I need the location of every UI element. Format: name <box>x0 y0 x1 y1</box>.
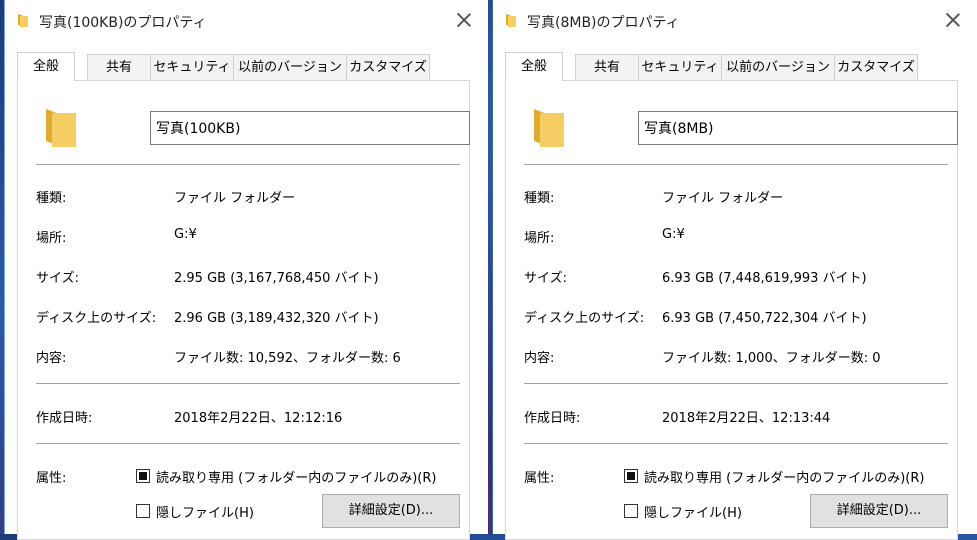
readonly-checkbox[interactable] <box>624 469 638 483</box>
folder-icon <box>506 14 516 27</box>
hidden-checkbox[interactable] <box>136 504 150 518</box>
divider <box>36 164 460 165</box>
general-panel: 写真(100KB) 種類: ファイル フォルダー 場所: G:¥ サイズ: 2.… <box>17 80 470 540</box>
type-label: 種類: <box>524 191 555 206</box>
contents-value: ファイル数: 10,592、フォルダー数: 6 <box>174 351 401 366</box>
tab-sharing[interactable]: 共有 <box>575 54 639 80</box>
size-label: サイズ: <box>524 271 567 286</box>
tab-customize[interactable]: カスタマイズ <box>346 54 430 80</box>
readonly-label[interactable]: 読み取り専用 (フォルダー内のファイルのみ)(R) <box>156 467 436 486</box>
type-value: ファイル フォルダー <box>174 191 296 206</box>
folder-icon <box>534 109 564 147</box>
size-label: サイズ: <box>36 271 79 286</box>
readonly-checkbox[interactable] <box>136 469 150 483</box>
window-title: 写真(8MB)のプロパティ <box>527 15 680 31</box>
tab-general[interactable]: 全般 <box>505 52 563 81</box>
created-label: 作成日時: <box>524 411 581 426</box>
divider <box>524 164 948 165</box>
hidden-checkbox[interactable] <box>624 504 638 518</box>
divider <box>524 443 948 444</box>
created-value: 2018年2月22日、12:13:44 <box>662 411 831 426</box>
type-value: ファイル フォルダー <box>662 191 784 206</box>
properties-window-1: 写真(100KB)のプロパティ 全般 共有 セキュリティ 以前のバージョン カス… <box>4 0 488 540</box>
window-title: 写真(100KB)のプロパティ <box>39 15 207 31</box>
properties-window-2: 写真(8MB)のプロパティ 全般 共有 セキュリティ 以前のバージョン カスタマ… <box>492 0 977 540</box>
hidden-label[interactable]: 隠しファイル(H) <box>644 502 742 521</box>
disk-size-label: ディスク上のサイズ: <box>524 311 645 326</box>
close-icon[interactable] <box>943 10 963 30</box>
title-bar[interactable]: 写真(100KB)のプロパティ <box>5 0 488 42</box>
folder-icon <box>46 109 76 147</box>
folder-name-input[interactable]: 写真(8MB) <box>638 111 958 145</box>
size-value: 2.95 GB (3,167,768,450 バイト) <box>174 271 379 286</box>
contents-label: 内容: <box>36 351 67 366</box>
tab-security[interactable]: セキュリティ <box>638 54 722 80</box>
contents-label: 内容: <box>524 351 555 366</box>
location-value: G:¥ <box>174 227 197 242</box>
tab-sharing[interactable]: 共有 <box>87 54 151 80</box>
location-label: 場所: <box>36 231 67 246</box>
divider <box>36 383 460 384</box>
readonly-label[interactable]: 読み取り専用 (フォルダー内のファイルのみ)(R) <box>644 467 924 486</box>
tab-previous-versions[interactable]: 以前のバージョン <box>721 54 835 80</box>
tab-customize[interactable]: カスタマイズ <box>834 54 918 80</box>
tab-previous-versions[interactable]: 以前のバージョン <box>233 54 347 80</box>
disk-size-label: ディスク上のサイズ: <box>36 311 157 326</box>
divider <box>524 383 948 384</box>
advanced-settings-button[interactable]: 詳細設定(D)... <box>322 494 460 528</box>
disk-size-value: 6.93 GB (7,450,722,304 バイト) <box>662 311 867 326</box>
folder-name-input[interactable]: 写真(100KB) <box>150 111 470 145</box>
close-icon[interactable] <box>454 10 474 30</box>
location-value: G:¥ <box>662 227 685 242</box>
divider <box>36 443 460 444</box>
hidden-label[interactable]: 隠しファイル(H) <box>156 502 254 521</box>
size-value: 6.93 GB (7,448,619,993 バイト) <box>662 271 867 286</box>
general-panel: 写真(8MB) 種類: ファイル フォルダー 場所: G:¥ サイズ: 6.93… <box>505 80 958 540</box>
disk-size-value: 2.96 GB (3,189,432,320 バイト) <box>174 311 379 326</box>
attributes-label: 属性: <box>36 471 67 486</box>
location-label: 場所: <box>524 231 555 246</box>
tab-security[interactable]: セキュリティ <box>150 54 234 80</box>
contents-value: ファイル数: 1,000、フォルダー数: 0 <box>662 351 881 366</box>
created-label: 作成日時: <box>36 411 93 426</box>
folder-icon <box>18 14 28 27</box>
created-value: 2018年2月22日、12:12:16 <box>174 411 343 426</box>
title-bar[interactable]: 写真(8MB)のプロパティ <box>493 0 977 42</box>
attributes-label: 属性: <box>524 471 555 486</box>
tab-general[interactable]: 全般 <box>17 52 75 81</box>
type-label: 種類: <box>36 191 67 206</box>
advanced-settings-button[interactable]: 詳細設定(D)... <box>810 494 948 528</box>
